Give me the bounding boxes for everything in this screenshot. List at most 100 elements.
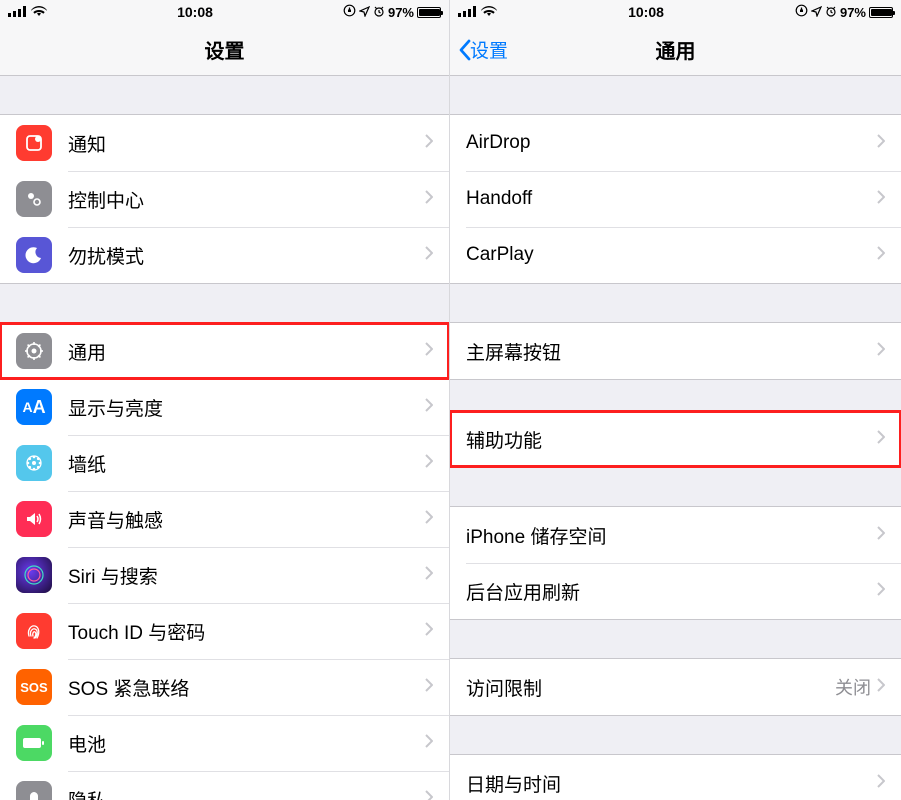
fingerprint-icon: [16, 613, 52, 649]
row-label: 通知: [68, 130, 425, 157]
row-label: 控制中心: [68, 186, 425, 213]
chevron-right-icon: [877, 678, 885, 697]
row-label: 电池: [68, 730, 425, 757]
siri-icon: [16, 557, 52, 593]
sos-icon: SOS: [16, 669, 52, 705]
chevron-right-icon: [425, 678, 433, 697]
location-icon: [811, 5, 822, 20]
row-label: 隐私: [68, 786, 425, 800]
status-time: 10:08: [628, 4, 664, 20]
chevron-right-icon: [877, 246, 885, 265]
status-time: 10:08: [177, 4, 213, 20]
chevron-right-icon: [877, 134, 885, 153]
row-accessibility[interactable]: 辅助功能: [450, 411, 901, 467]
chevron-right-icon: [425, 246, 433, 265]
chevron-right-icon: [425, 190, 433, 209]
battery-pct: 97%: [388, 5, 414, 20]
alarm-icon: [825, 5, 837, 20]
signal-icon: [8, 5, 26, 20]
section-gap: [450, 380, 901, 410]
section-gap: [450, 284, 901, 322]
row-airdrop[interactable]: AirDrop: [450, 115, 901, 171]
row-handoff[interactable]: Handoff: [450, 171, 901, 227]
row-label: CarPlay: [466, 244, 877, 266]
chevron-right-icon: [425, 134, 433, 153]
row-touchid[interactable]: Touch ID 与密码: [0, 603, 449, 659]
nav-bar: 设置: [0, 24, 449, 76]
general-group-1: AirDrop Handoff CarPlay: [450, 114, 901, 284]
section-gap: [0, 284, 449, 322]
chevron-right-icon: [425, 398, 433, 417]
chevron-right-icon: [877, 190, 885, 209]
row-general[interactable]: 通用: [0, 323, 449, 379]
row-carplay[interactable]: CarPlay: [450, 227, 901, 283]
rotation-lock-icon: [795, 4, 808, 20]
chevron-right-icon: [877, 582, 885, 601]
wifi-icon: [481, 5, 497, 20]
row-label: 显示与亮度: [68, 394, 425, 421]
row-label: AirDrop: [466, 132, 877, 154]
section-gap: [450, 76, 901, 114]
general-group-5: 访问限制 关闭: [450, 658, 901, 716]
row-label: 后台应用刷新: [466, 578, 877, 605]
row-notifications[interactable]: 通知: [0, 115, 449, 171]
signal-icon: [458, 5, 476, 20]
section-gap: [450, 716, 901, 754]
dnd-icon: [16, 237, 52, 273]
row-background-refresh[interactable]: 后台应用刷新: [450, 563, 901, 619]
general-group-3: 辅助功能: [450, 410, 901, 468]
settings-screen: 10:08 97% 设置: [0, 0, 450, 800]
general-group-2: 主屏幕按钮: [450, 322, 901, 380]
battery-pct: 97%: [840, 5, 866, 20]
chevron-right-icon: [425, 622, 433, 641]
row-control-center[interactable]: 控制中心: [0, 171, 449, 227]
row-display[interactable]: AA 显示与亮度: [0, 379, 449, 435]
wifi-icon: [31, 5, 47, 20]
row-date-time[interactable]: 日期与时间: [450, 755, 901, 800]
row-label: 辅助功能: [466, 426, 877, 453]
chevron-right-icon: [425, 566, 433, 585]
battery-icon: [417, 7, 441, 18]
wallpaper-icon: [16, 445, 52, 481]
row-do-not-disturb[interactable]: 勿扰模式: [0, 227, 449, 283]
row-value: 关闭: [835, 674, 871, 700]
chevron-right-icon: [425, 510, 433, 529]
location-icon: [359, 5, 370, 20]
chevron-right-icon: [877, 430, 885, 449]
row-label: 主屏幕按钮: [466, 338, 877, 365]
general-group-4: iPhone 储存空间 后台应用刷新: [450, 506, 901, 620]
row-privacy[interactable]: 隐私: [0, 771, 449, 800]
sounds-icon: [16, 501, 52, 537]
row-label: SOS 紧急联络: [68, 674, 425, 701]
row-wallpaper[interactable]: 墙纸: [0, 435, 449, 491]
row-label: 通用: [68, 338, 425, 365]
section-gap: [450, 468, 901, 506]
settings-group-1: 通知 控制中心 勿扰模式: [0, 114, 449, 284]
row-label: Siri 与搜索: [68, 562, 425, 589]
row-sos[interactable]: SOS SOS 紧急联络: [0, 659, 449, 715]
chevron-right-icon: [877, 526, 885, 545]
general-screen: 10:08 97% 设置 通用: [450, 0, 901, 800]
row-label: Handoff: [466, 188, 877, 210]
row-label: 声音与触感: [68, 506, 425, 533]
row-battery[interactable]: 电池: [0, 715, 449, 771]
section-gap: [0, 76, 449, 114]
row-storage[interactable]: iPhone 储存空间: [450, 507, 901, 563]
status-bar: 10:08 97%: [0, 0, 449, 24]
general-group-6: 日期与时间: [450, 754, 901, 800]
battery-row-icon: [16, 725, 52, 761]
back-button[interactable]: 设置: [458, 36, 508, 63]
row-siri[interactable]: Siri 与搜索: [0, 547, 449, 603]
gear-icon: [16, 333, 52, 369]
status-bar: 10:08 97%: [450, 0, 901, 24]
page-title: 通用: [656, 35, 696, 64]
section-gap: [450, 620, 901, 658]
row-restrictions[interactable]: 访问限制 关闭: [450, 659, 901, 715]
page-title: 设置: [205, 35, 245, 64]
rotation-lock-icon: [343, 4, 356, 20]
row-sounds[interactable]: 声音与触感: [0, 491, 449, 547]
display-icon: AA: [16, 389, 52, 425]
control-center-icon: [16, 181, 52, 217]
row-home-button[interactable]: 主屏幕按钮: [450, 323, 901, 379]
chevron-right-icon: [877, 342, 885, 361]
